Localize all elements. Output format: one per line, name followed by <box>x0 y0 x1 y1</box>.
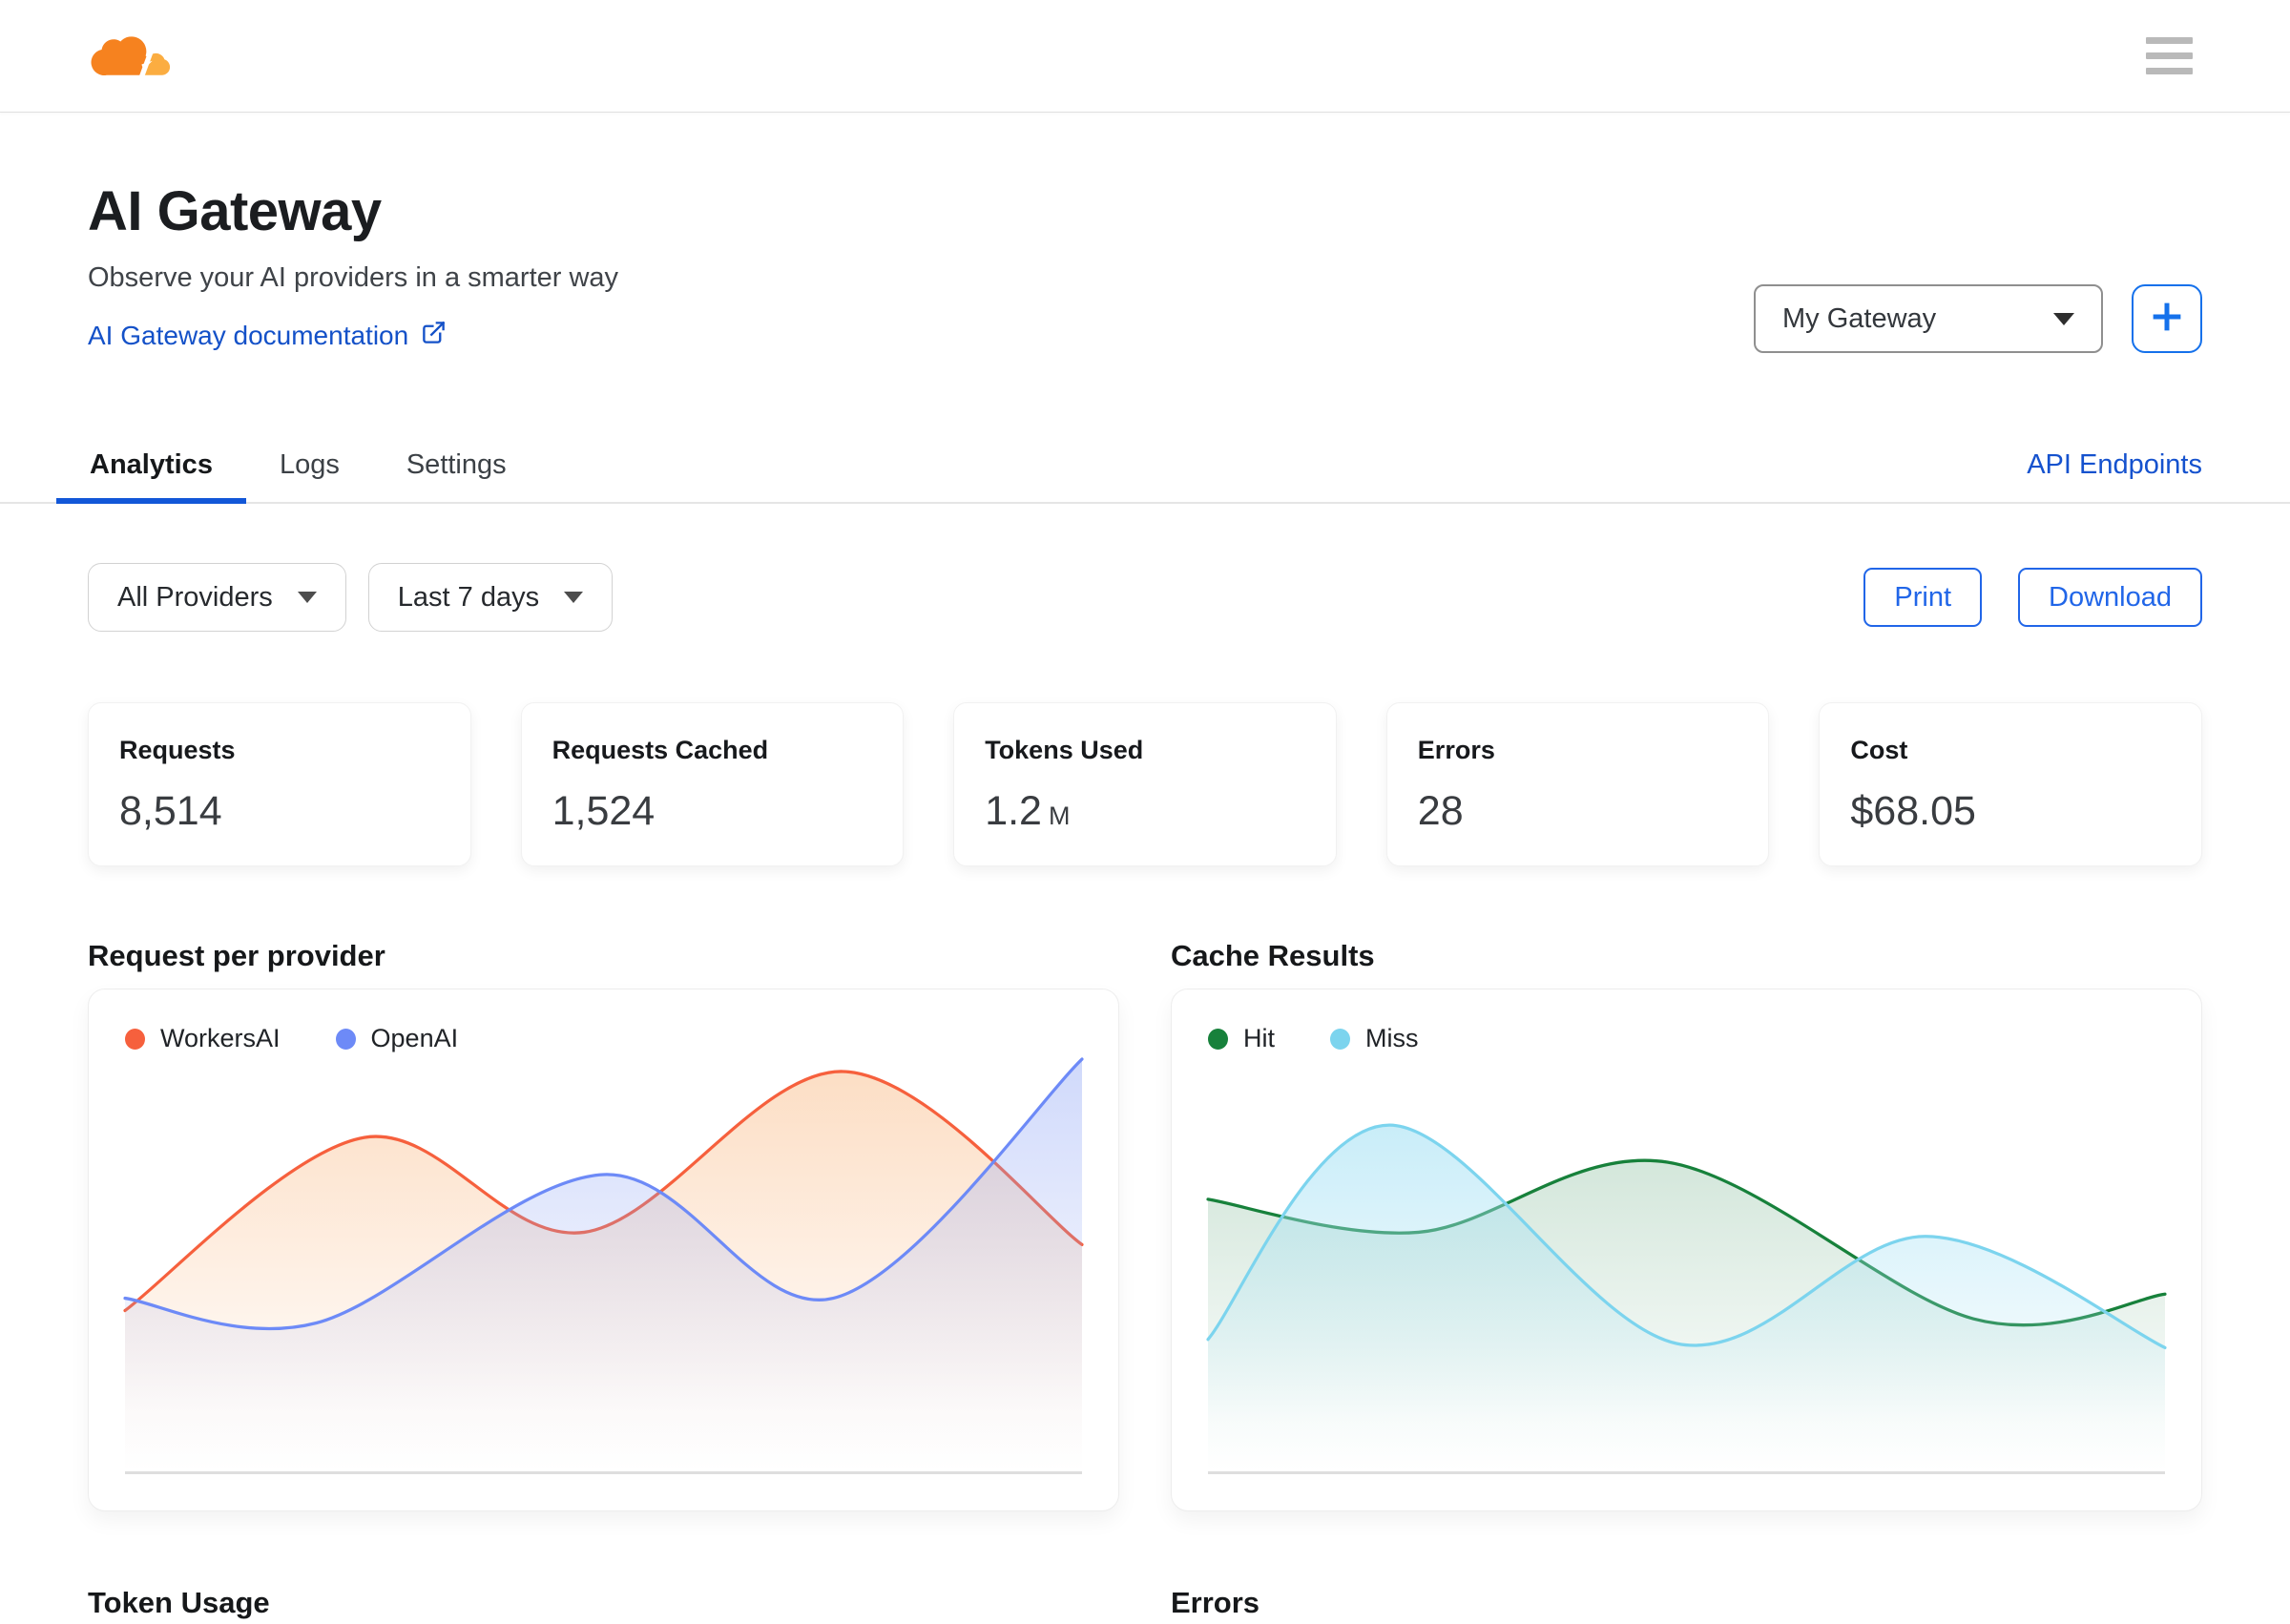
tab-analytics[interactable]: Analytics <box>56 427 246 504</box>
legend-item-hit[interactable]: Hit <box>1208 1024 1275 1053</box>
legend-label: WorkersAI <box>160 1024 281 1052</box>
tab-settings[interactable]: Settings <box>373 427 540 502</box>
cache-results-section: Cache Results Hit Miss <box>1171 939 2202 1511</box>
hero-section: AI Gateway Observe your AI providers in … <box>88 113 2202 353</box>
caret-down-icon <box>2053 312 2074 325</box>
stat-value: $68.05 <box>1850 788 1976 834</box>
providers-filter-value: All Providers <box>117 581 273 613</box>
gateway-select[interactable]: My Gateway <box>1754 284 2103 353</box>
caret-down-icon <box>564 592 584 603</box>
documentation-link[interactable]: AI Gateway documentation <box>88 320 447 352</box>
stat-suffix: M <box>1048 802 1072 830</box>
page-subtitle: Observe your AI providers in a smarter w… <box>88 262 619 293</box>
legend-dot-workersai <box>125 1028 145 1050</box>
plus-icon <box>2145 295 2189 344</box>
request-per-provider-chart-card: WorkersAI OpenAI <box>88 989 1119 1511</box>
stat-value: 28 <box>1417 788 1464 834</box>
chart-title-errors: Errors <box>1171 1586 1260 1619</box>
stat-card-requests-cached: Requests Cached 1,524 <box>520 702 905 866</box>
download-button[interactable]: Download <box>2018 568 2202 627</box>
legend-item-openai[interactable]: OpenAI <box>335 1024 459 1053</box>
stat-label: Cost <box>1850 736 1908 764</box>
page-title: AI Gateway <box>88 180 382 242</box>
gateway-select-value: My Gateway <box>1782 302 1937 334</box>
tab-bar: Analytics Logs Settings API Endpoints <box>0 427 2290 504</box>
stat-card-requests: Requests 8,514 <box>88 702 471 866</box>
hamburger-menu-icon[interactable] <box>2146 37 2193 74</box>
cache-results-area-chart <box>1206 1123 2167 1471</box>
legend-label: OpenAI <box>370 1024 459 1052</box>
legend-label: Hit <box>1243 1024 1275 1052</box>
legend-dot-openai <box>335 1028 356 1050</box>
stat-value: 1.2 <box>985 788 1042 834</box>
legend-dot-miss <box>1330 1028 1350 1050</box>
top-bar <box>0 0 2290 113</box>
chart-title-token-usage: Token Usage <box>88 1586 270 1619</box>
stat-label: Errors <box>1417 736 1495 764</box>
bottom-sections: Token Usage Errors <box>88 1586 2202 1620</box>
stat-label: Tokens Used <box>985 736 1144 764</box>
stats-row: Requests 8,514 Requests Cached 1,524 Tok… <box>88 702 2202 866</box>
legend-item-miss[interactable]: Miss <box>1330 1024 1419 1053</box>
chart-title-cache-results: Cache Results <box>1171 939 1375 972</box>
legend-dot-hit <box>1208 1028 1228 1050</box>
external-link-icon <box>421 320 447 352</box>
charts-row: Request per provider WorkersAI OpenAI Ca… <box>88 939 2202 1511</box>
cache-results-plot <box>1206 1059 2167 1474</box>
legend-label: Miss <box>1365 1024 1419 1052</box>
request-per-provider-area-chart <box>123 1057 1084 1471</box>
chart-title-request-per-provider: Request per provider <box>88 939 385 972</box>
add-gateway-button[interactable] <box>2132 284 2202 353</box>
stat-value: 1,524 <box>552 788 656 834</box>
cloudflare-logo[interactable] <box>88 28 177 85</box>
providers-filter-dropdown[interactable]: All Providers <box>88 563 346 632</box>
print-button[interactable]: Print <box>1863 568 1983 627</box>
request-per-provider-plot <box>123 1057 1084 1474</box>
date-range-filter-value: Last 7 days <box>397 581 540 613</box>
api-endpoints-link[interactable]: API Endpoints <box>2027 449 2202 481</box>
cache-results-chart-card: Hit Miss <box>1171 989 2202 1511</box>
tab-logs[interactable]: Logs <box>246 427 373 502</box>
filters-row: All Providers Last 7 days Print Download <box>88 563 2202 632</box>
request-per-provider-section: Request per provider WorkersAI OpenAI <box>88 939 1119 1511</box>
stat-card-errors: Errors 28 <box>1385 702 1770 866</box>
main-content: AI Gateway Observe your AI providers in … <box>0 113 2290 1620</box>
stat-label: Requests <box>119 736 236 764</box>
date-range-filter-dropdown[interactable]: Last 7 days <box>367 563 614 632</box>
legend-item-workersai[interactable]: WorkersAI <box>125 1024 281 1053</box>
documentation-link-label: AI Gateway documentation <box>88 321 409 350</box>
caret-down-icon <box>297 592 317 603</box>
stat-label: Requests Cached <box>552 736 769 764</box>
stat-card-tokens-used: Tokens Used 1.2 M <box>953 702 1337 866</box>
chart-legend: WorkersAI OpenAI <box>125 1024 1082 1053</box>
stat-value: 8,514 <box>119 788 222 834</box>
chart-legend: Hit Miss <box>1208 1024 2165 1053</box>
stat-card-cost: Cost $68.05 <box>1819 702 2202 866</box>
